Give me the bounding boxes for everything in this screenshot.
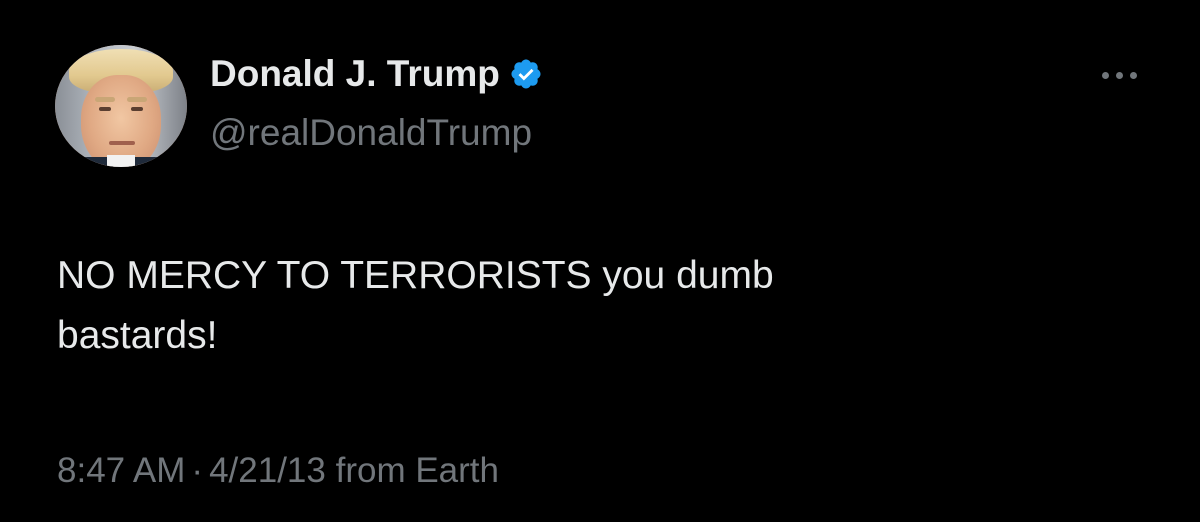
tweet-text-line: bastards! — [57, 314, 218, 357]
tweet-time[interactable]: 8:47 AM — [57, 451, 185, 490]
more-options-icon[interactable] — [1096, 60, 1144, 90]
tweet-text: NO MERCY TO TERRORISTS you dumb bastards… — [57, 246, 1057, 366]
tweet-date[interactable]: 4/21/13 — [209, 451, 326, 490]
tweet-text-line: NO MERCY TO TERRORISTS you dumb — [57, 254, 774, 297]
tweet-metadata: 8:47 AM · 4/21/13 from Earth — [57, 449, 499, 493]
tweet-card: Donald J. Trump @realDonaldTrump NO MERC… — [0, 0, 1200, 522]
author-display-name[interactable]: Donald J. Trump — [210, 52, 543, 96]
author-name-text: Donald J. Trump — [210, 53, 500, 94]
verified-badge-icon — [511, 59, 541, 89]
tweet-source: from Earth — [335, 451, 499, 490]
author-handle[interactable]: @realDonaldTrump — [210, 111, 532, 155]
avatar[interactable] — [55, 45, 187, 167]
separator-dot: · — [191, 451, 204, 490]
